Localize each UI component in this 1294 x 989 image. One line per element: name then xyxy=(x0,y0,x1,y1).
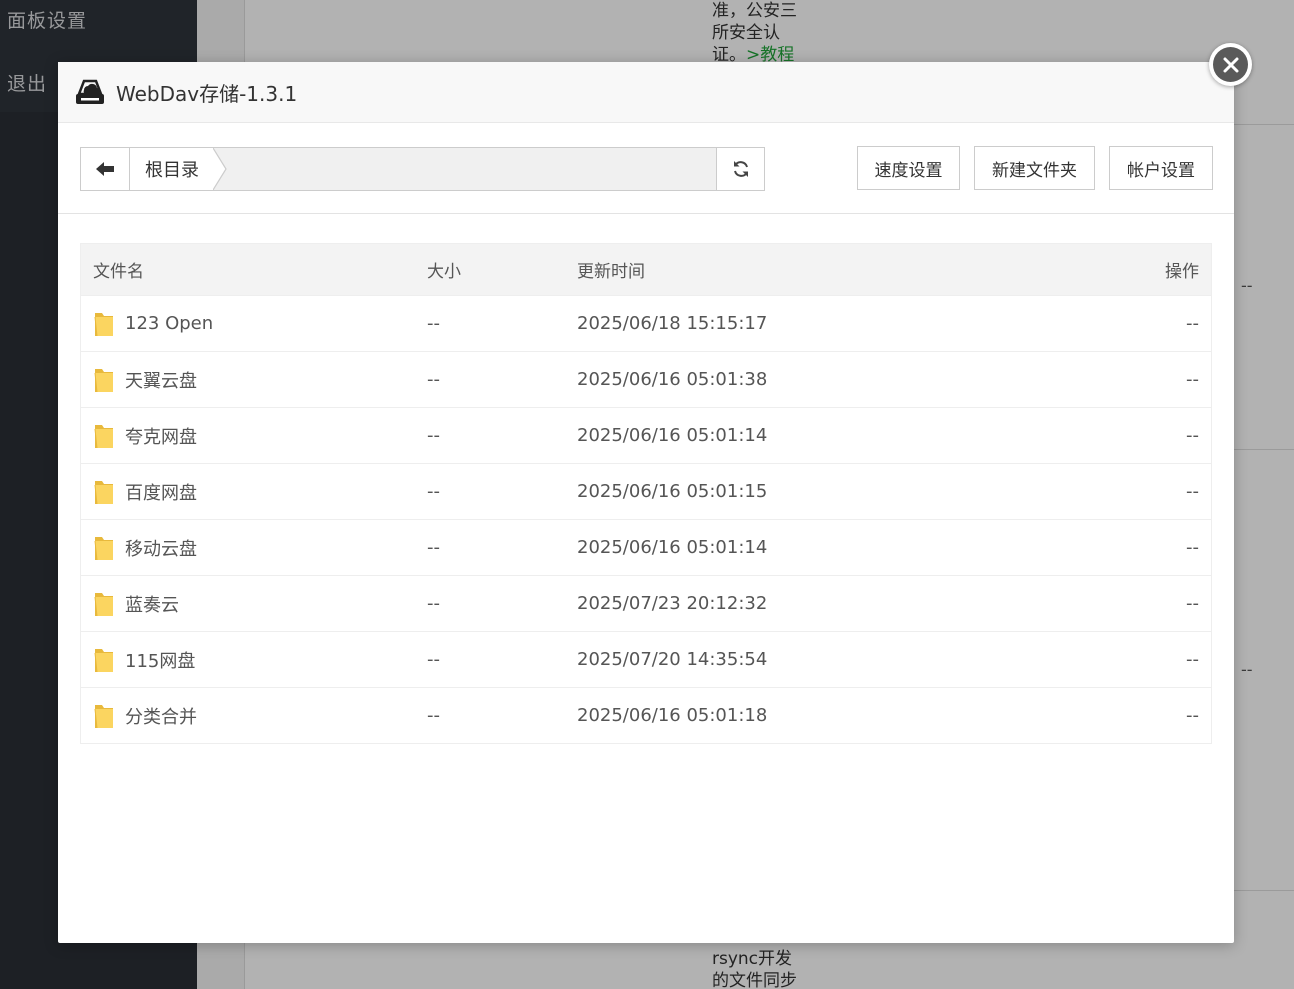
webdav-modal: WebDav存储-1.3.1 根目录 速度设置 新建文件夹 帐户设置 文件名 大… xyxy=(58,62,1234,943)
file-time: 2025/06/16 05:01:14 xyxy=(577,425,768,446)
account-settings-button[interactable]: 帐户设置 xyxy=(1109,146,1213,190)
file-name[interactable]: 123 Open xyxy=(125,313,213,334)
file-size: -- xyxy=(427,649,440,670)
file-name[interactable]: 夸克网盘 xyxy=(125,423,197,449)
modal-header: WebDav存储-1.3.1 xyxy=(58,62,1234,123)
file-name[interactable]: 天翼云盘 xyxy=(125,367,197,393)
folder-icon xyxy=(94,536,113,560)
modal-title: WebDav存储-1.3.1 xyxy=(116,81,298,106)
speed-settings-button[interactable]: 速度设置 xyxy=(857,146,960,190)
file-time: 2025/06/16 05:01:14 xyxy=(577,537,768,558)
new-folder-button[interactable]: 新建文件夹 xyxy=(974,146,1095,190)
table-row[interactable]: 蓝奏云 -- 2025/07/23 20:12:32 -- xyxy=(81,575,1211,631)
table-row[interactable]: 百度网盘 -- 2025/06/16 05:01:15 -- xyxy=(81,463,1211,519)
file-size: -- xyxy=(427,593,440,614)
file-size: -- xyxy=(427,481,440,502)
path-bar: 根目录 xyxy=(80,147,765,191)
header-size[interactable]: 大小 xyxy=(415,257,565,282)
file-toolbar: 根目录 速度设置 新建文件夹 帐户设置 xyxy=(80,146,1213,191)
file-operations: -- xyxy=(1186,369,1199,390)
file-name[interactable]: 115网盘 xyxy=(125,647,195,673)
header-name[interactable]: 文件名 xyxy=(81,257,415,282)
file-name-cell[interactable]: 移动云盘 xyxy=(81,534,415,562)
file-operations: -- xyxy=(1186,313,1199,334)
file-size: -- xyxy=(427,425,440,446)
file-time: 2025/07/23 20:12:32 xyxy=(577,593,768,614)
file-name[interactable]: 移动云盘 xyxy=(125,535,197,561)
file-time: 2025/06/16 05:01:18 xyxy=(577,705,768,726)
file-operations: -- xyxy=(1186,593,1199,614)
file-time: 2025/06/16 05:01:38 xyxy=(577,369,768,390)
folder-icon xyxy=(94,424,113,448)
file-operations: -- xyxy=(1186,481,1199,502)
folder-icon xyxy=(94,648,113,672)
file-operations: -- xyxy=(1186,649,1199,670)
table-row[interactable]: 夸克网盘 -- 2025/06/16 05:01:14 -- xyxy=(81,407,1211,463)
file-table: 文件名 大小 更新时间 操作 123 Open -- 2025/06/18 15:1… xyxy=(80,243,1212,744)
table-body: 123 Open -- 2025/06/18 15:15:17 -- 天翼云盘 -- 202… xyxy=(81,295,1211,743)
file-operations: -- xyxy=(1186,705,1199,726)
toolbar-divider xyxy=(58,213,1234,214)
modal-close-button[interactable] xyxy=(1209,43,1252,86)
file-time: 2025/06/16 05:01:15 xyxy=(577,481,768,502)
refresh-button[interactable] xyxy=(716,148,764,190)
file-name-cell[interactable]: 蓝奏云 xyxy=(81,590,415,618)
folder-icon xyxy=(94,312,113,336)
header-time[interactable]: 更新时间 xyxy=(565,257,1055,282)
refresh-icon xyxy=(733,161,748,177)
file-size: -- xyxy=(427,369,440,390)
back-button[interactable] xyxy=(81,148,130,190)
table-header: 文件名 大小 更新时间 操作 xyxy=(81,244,1211,295)
file-name[interactable]: 百度网盘 xyxy=(125,479,197,505)
file-name-cell[interactable]: 分类合并 xyxy=(81,702,415,730)
file-operations: -- xyxy=(1186,537,1199,558)
folder-icon xyxy=(94,480,113,504)
path-input-area[interactable] xyxy=(229,148,716,190)
file-time: 2025/06/18 15:15:17 xyxy=(577,313,768,334)
file-name-cell[interactable]: 夸克网盘 xyxy=(81,422,415,450)
file-name-cell[interactable]: 123 Open xyxy=(81,310,415,338)
file-name[interactable]: 蓝奏云 xyxy=(125,591,179,617)
file-size: -- xyxy=(427,705,440,726)
file-size: -- xyxy=(427,313,440,334)
file-operations: -- xyxy=(1186,425,1199,446)
breadcrumb-chevron-icon xyxy=(213,148,227,190)
file-name[interactable]: 分类合并 xyxy=(125,703,197,729)
breadcrumb-root[interactable]: 根目录 xyxy=(130,148,213,190)
close-icon xyxy=(1213,47,1248,82)
file-size: -- xyxy=(427,537,440,558)
table-row[interactable]: 移动云盘 -- 2025/06/16 05:01:14 -- xyxy=(81,519,1211,575)
folder-icon xyxy=(94,704,113,728)
table-row[interactable]: 123 Open -- 2025/06/18 15:15:17 -- xyxy=(81,295,1211,351)
table-row[interactable]: 分类合并 -- 2025/06/16 05:01:18 -- xyxy=(81,687,1211,743)
arrow-left-icon xyxy=(96,162,114,176)
folder-icon xyxy=(94,592,113,616)
header-op: 操作 xyxy=(1165,262,1199,282)
file-time: 2025/07/20 14:35:54 xyxy=(577,649,768,670)
table-row[interactable]: 天翼云盘 -- 2025/06/16 05:01:38 -- xyxy=(81,351,1211,407)
table-row[interactable]: 115网盘 -- 2025/07/20 14:35:54 -- xyxy=(81,631,1211,687)
file-name-cell[interactable]: 115网盘 xyxy=(81,646,415,674)
webdav-drive-icon xyxy=(76,79,104,104)
file-name-cell[interactable]: 百度网盘 xyxy=(81,478,415,506)
file-name-cell[interactable]: 天翼云盘 xyxy=(81,366,415,394)
folder-icon xyxy=(94,368,113,392)
